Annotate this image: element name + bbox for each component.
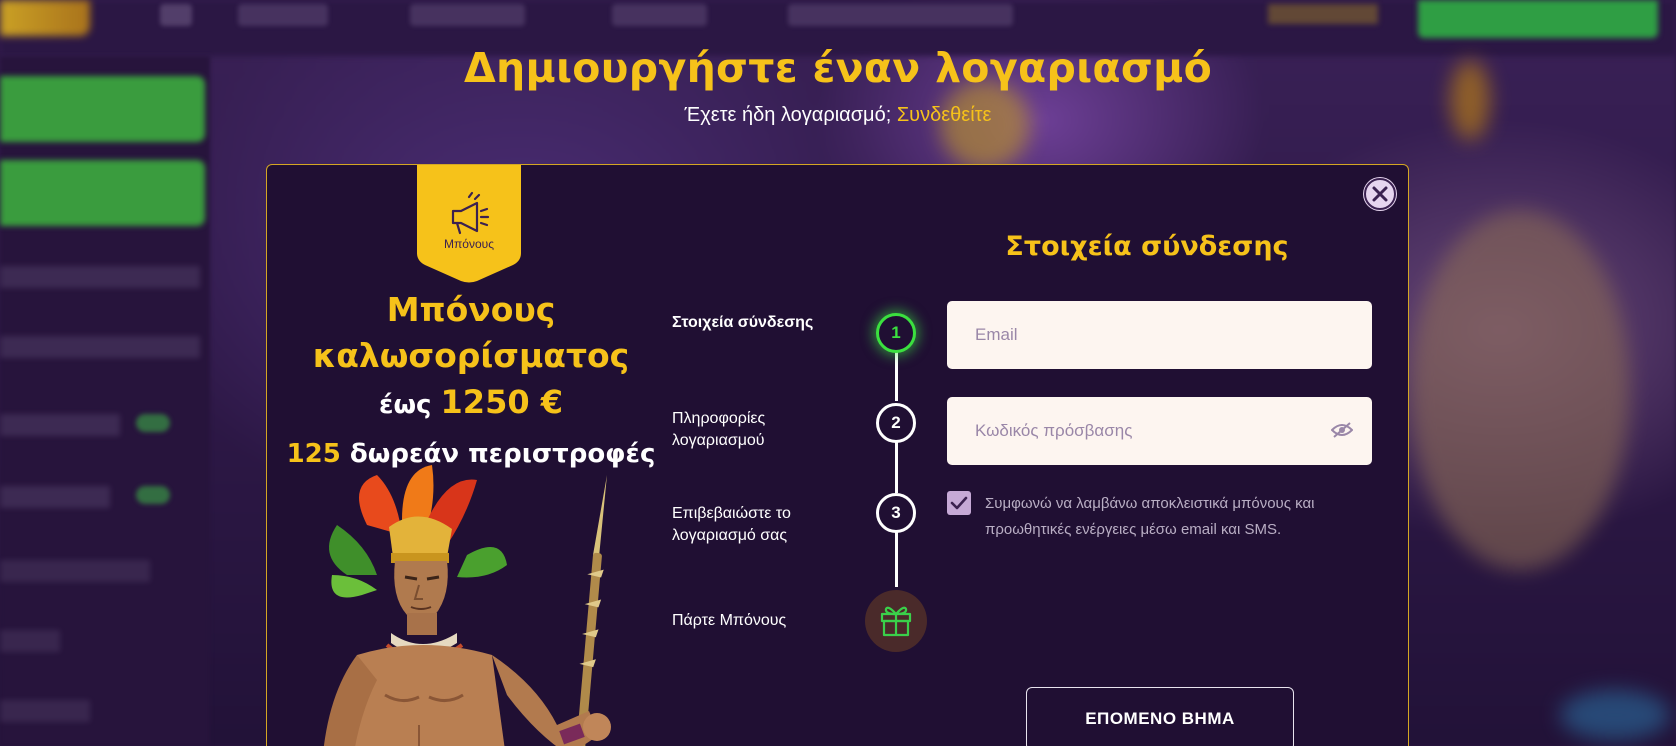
bonus-amount-value: 1250 € (440, 383, 563, 421)
registration-modal: Μπόνους Μπόνους καλωσορίσματος έως 1250 … (266, 164, 1409, 746)
login-link[interactable]: Συνδεθείτε (897, 104, 992, 126)
step-1-indicator: 1 (876, 313, 916, 353)
consent-checkbox[interactable] (947, 491, 971, 515)
background-sidebar-row (0, 700, 90, 722)
background-logo (0, 0, 90, 36)
bonus-amount: έως 1250 € (267, 383, 675, 421)
background-sidebar-row (0, 266, 200, 288)
background-nav-icon (160, 4, 192, 26)
aztec-warrior-illustration (323, 465, 611, 746)
step-3-label: Επιβεβαιώστε το λογαριασμό σας (672, 505, 791, 544)
background-sidebar-button (0, 160, 205, 226)
next-step-button[interactable]: ΕΠΟΜΕΝΟ ΒΗΜΑ (1026, 687, 1294, 746)
background-decoration (1410, 210, 1630, 570)
login-prompt: Έχετε ήδη λογαριασμό; Συνδεθείτε (0, 104, 1676, 127)
background-sidebar-pill (136, 414, 170, 432)
bonus-tag-label: Μπόνους (444, 237, 494, 251)
background-nav-item (612, 4, 707, 26)
gift-icon (880, 606, 912, 637)
background-sidebar-row (0, 560, 150, 582)
check-icon (950, 496, 968, 510)
step-4-label: Πάρτε Μπόνους (672, 612, 787, 629)
background-sidebar-row (0, 486, 110, 508)
background-top-link (1268, 4, 1378, 24)
step-3-indicator: 3 (876, 493, 916, 533)
background-sidebar-row (0, 336, 200, 358)
step-2-label: Πληροφορίες λογαριασμού (672, 410, 766, 449)
background-top-button (1418, 0, 1658, 38)
page-title: Δημιουργήστε έναν λογαριασμό (463, 44, 1213, 92)
bonus-tag-shape (417, 165, 521, 283)
background-decoration (1560, 690, 1670, 740)
form-title: Στοιχεία σύνδεσης (1005, 231, 1289, 262)
close-icon (1364, 178, 1396, 210)
step-1-label: Στοιχεία σύνδεσης (672, 314, 814, 331)
consent-text: Συμφωνώ να λαμβάνω αποκλειστικά μπόνους … (985, 495, 1315, 538)
bonus-title-line: Μπόνους (386, 290, 556, 329)
bonus-title-line: καλωσορίσματος (312, 336, 630, 375)
background-sidebar-pill (136, 486, 170, 504)
bonus-tag: Μπόνους (417, 165, 521, 283)
background-sidebar-row (0, 630, 60, 652)
email-field[interactable] (947, 301, 1372, 369)
background-nav-item (410, 4, 525, 26)
close-button[interactable] (1363, 177, 1397, 211)
background-nav-item (238, 4, 328, 26)
bonus-title: Μπόνους καλωσορίσματος (267, 287, 675, 379)
eye-off-icon[interactable] (1331, 421, 1353, 439)
background-sidebar-row (0, 414, 120, 436)
password-field[interactable] (947, 397, 1372, 465)
step-2-indicator: 2 (876, 403, 916, 443)
bonus-amount-prefix: έως (378, 390, 432, 420)
login-prompt-text: Έχετε ήδη λογαριασμό; (684, 104, 892, 126)
background-nav-item (788, 4, 1013, 26)
step-4-indicator (865, 590, 927, 652)
